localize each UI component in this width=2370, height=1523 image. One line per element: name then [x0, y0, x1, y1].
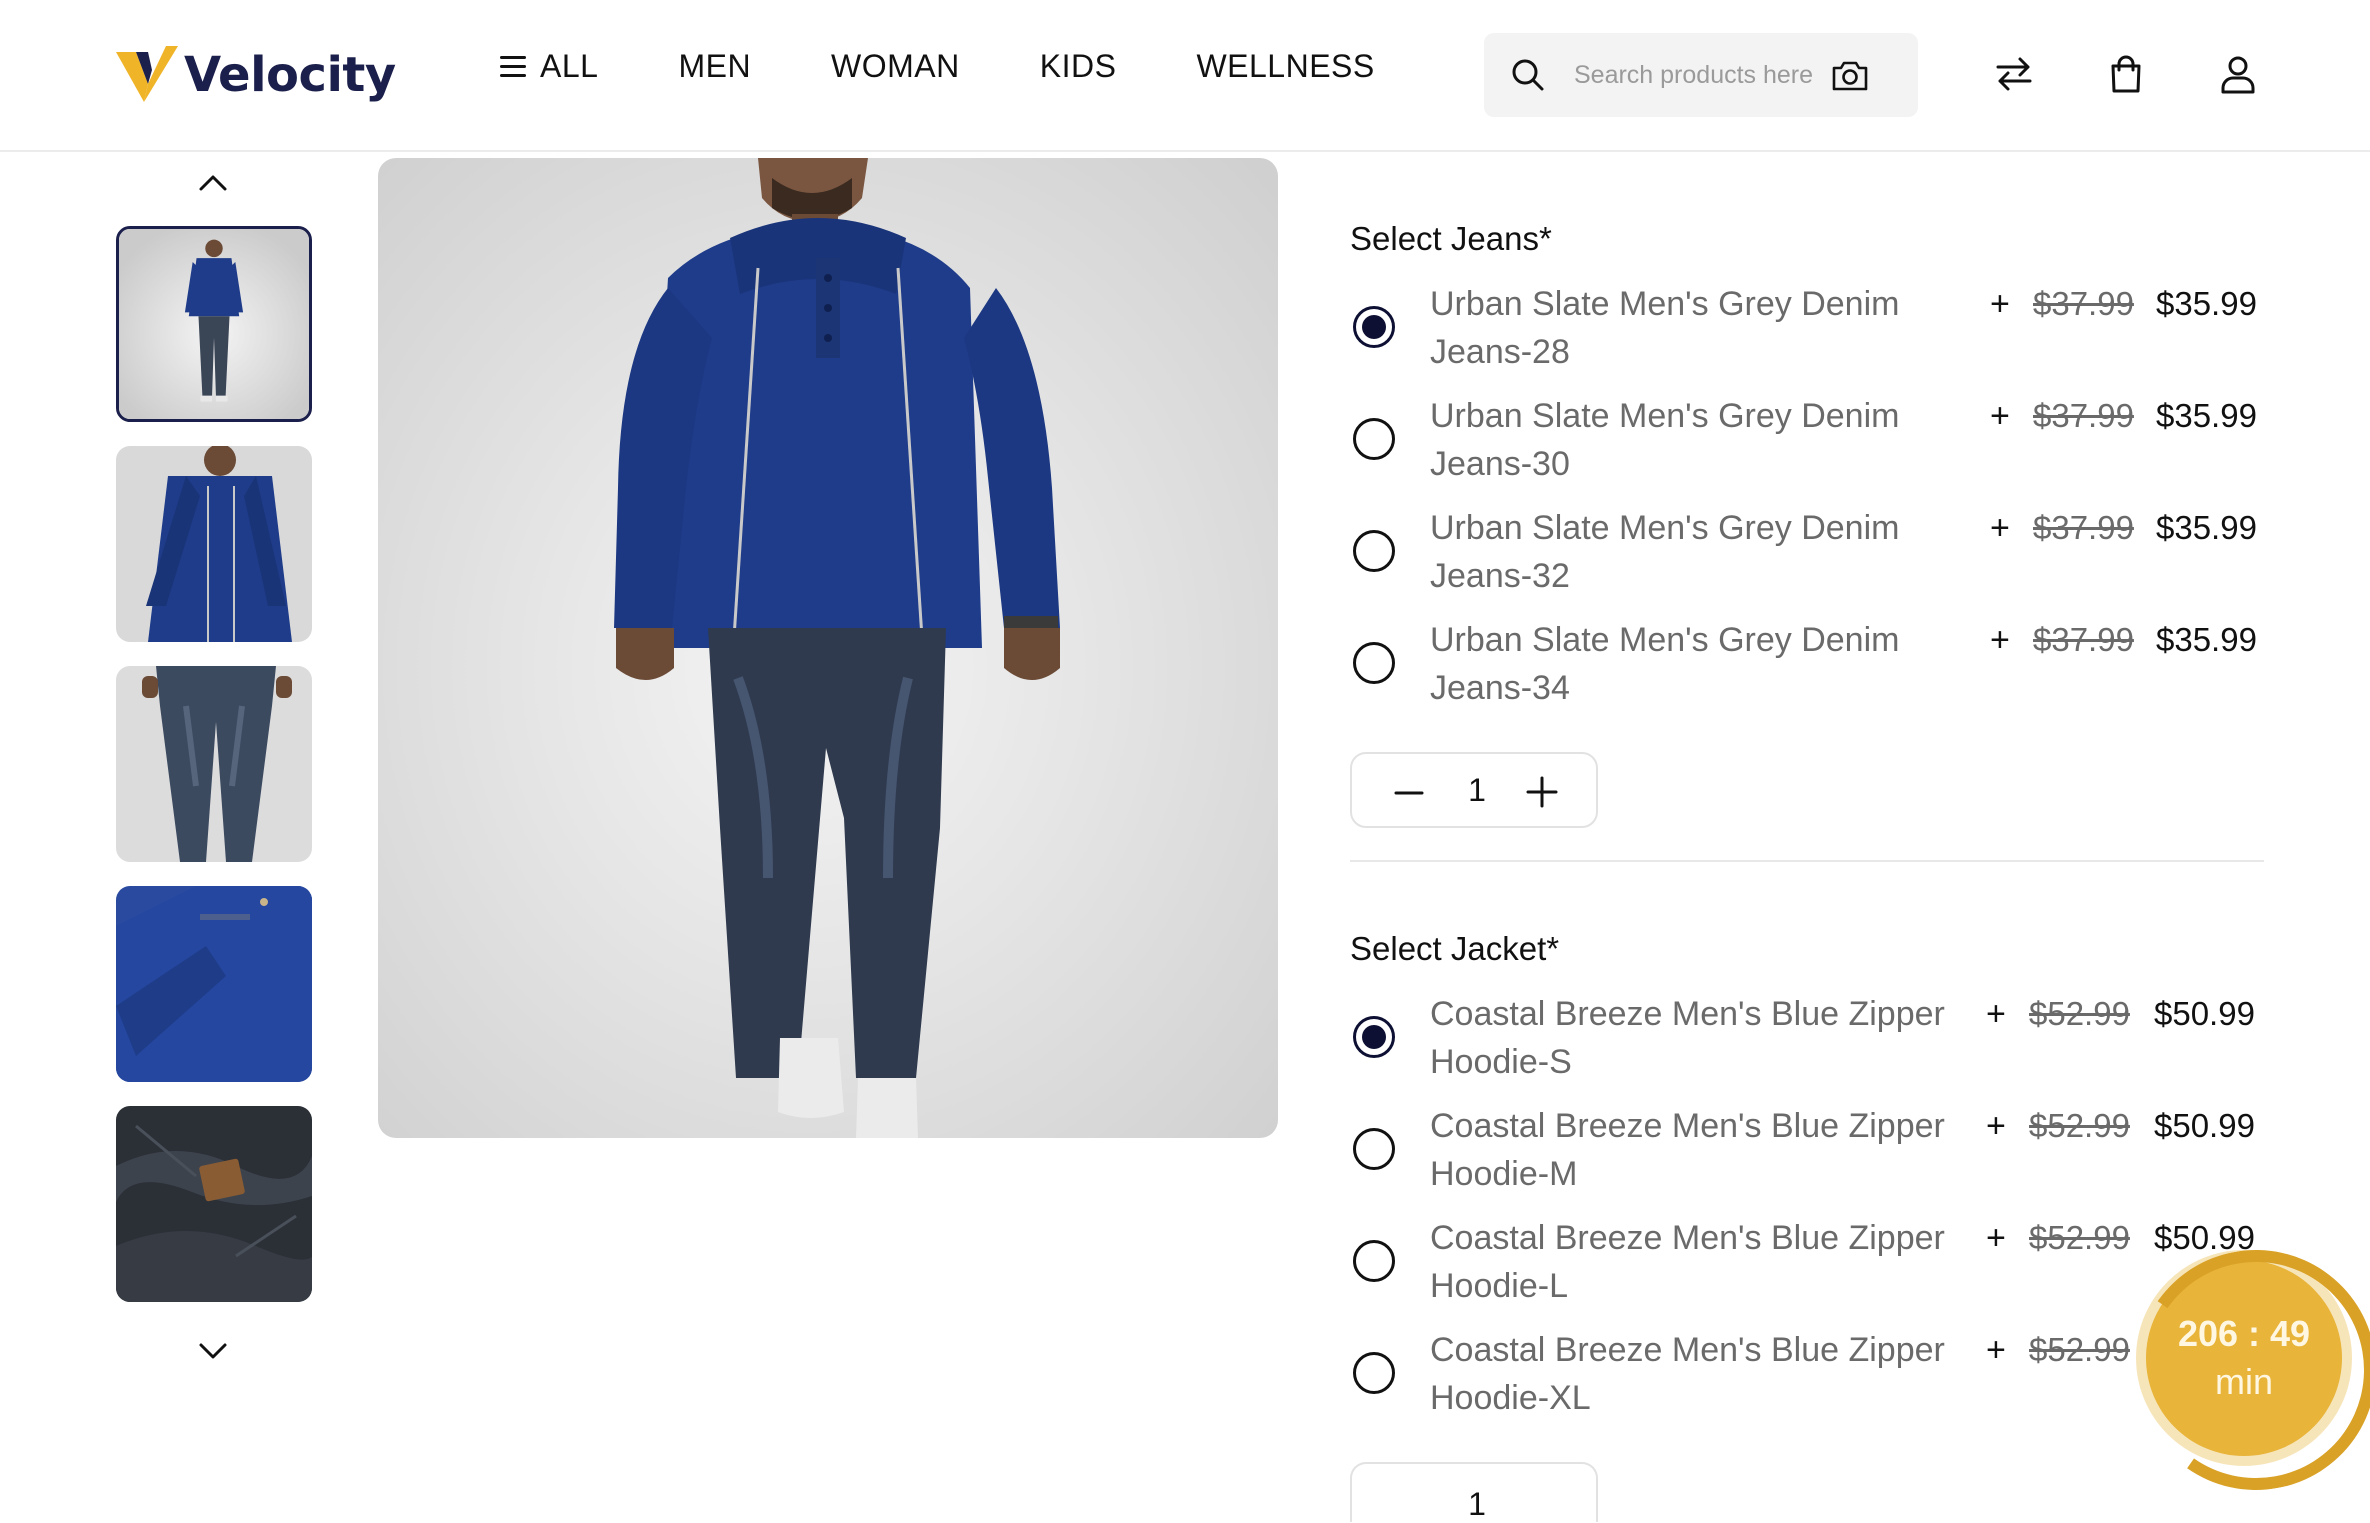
old-price: $37.99 [2033, 621, 2134, 658]
timer-value: 206 : 49 [2177, 1313, 2311, 1354]
jacket-section-title: Select Jacket* [1350, 930, 1560, 967]
price-plus-sign: + [1990, 285, 2010, 323]
brand-name: Velocity [184, 47, 396, 103]
main-nav: ALL MEN WOMAN KIDS WELLNESS [500, 48, 1375, 85]
old-price: $52.99 [2029, 1219, 2130, 1256]
jacket-option-name: Coastal Breeze Men's Blue Zipper Hoodie-… [1430, 1107, 1945, 1193]
nav-all[interactable]: ALL [500, 48, 598, 85]
camera-icon[interactable] [1830, 55, 1870, 95]
jacket-radio[interactable] [1353, 1128, 1395, 1170]
thumbnail-jeans-closeup-image [116, 666, 312, 862]
jacket-option[interactable]: Coastal Breeze Men's Blue Zipper Hoodie-… [1350, 990, 2264, 1094]
current-price: $50.99 [2154, 1107, 2255, 1144]
jeans-option[interactable]: Urban Slate Men's Grey Denim Jeans-34 + … [1350, 616, 2264, 720]
jacket-option-name: Coastal Breeze Men's Blue Zipper Hoodie-… [1430, 1219, 1945, 1305]
thumbnail-hoodie-sleeve-detail[interactable] [116, 886, 312, 1082]
jeans-option[interactable]: Urban Slate Men's Grey Denim Jeans-30 + … [1350, 392, 2264, 496]
current-price: $50.99 [2154, 995, 2255, 1032]
thumbnail-hoodie-sleeve-detail-image [116, 886, 312, 1082]
jeans-option-name: Urban Slate Men's Grey Denim Jeans-30 [1430, 397, 1900, 483]
jeans-option-name: Urban Slate Men's Grey Denim Jeans-28 [1430, 285, 1900, 371]
shopping-bag-icon[interactable] [2104, 52, 2148, 96]
jeans-section-title: Select Jeans* [1350, 220, 1552, 257]
thumbnail-hoodie-closeup[interactable] [116, 446, 312, 642]
current-price: $35.99 [2156, 621, 2257, 658]
old-price: $52.99 [2029, 1331, 2130, 1368]
jeans-option-name: Urban Slate Men's Grey Denim Jeans-32 [1430, 509, 1900, 595]
jacket-radio[interactable] [1353, 1352, 1395, 1394]
plus-icon[interactable] [1526, 776, 1558, 808]
thumbnail-full-outfit[interactable] [116, 226, 312, 422]
countdown-timer-badge[interactable]: 206 : 49 min [2146, 1260, 2342, 1456]
old-price: $37.99 [2033, 509, 2134, 546]
thumbnail-hoodie-closeup-image [116, 446, 312, 642]
jacket-radio-checked[interactable] [1353, 1016, 1395, 1058]
search-icon[interactable] [1510, 57, 1546, 93]
old-price: $52.99 [2029, 995, 2130, 1032]
jacket-option-name: Coastal Breeze Men's Blue Zipper Hoodie-… [1430, 995, 1945, 1081]
current-price: $35.99 [2156, 397, 2257, 434]
compare-arrows-icon[interactable] [1992, 52, 2036, 96]
product-main-image[interactable] [378, 158, 1278, 1138]
jacket-radio[interactable] [1353, 1240, 1395, 1282]
thumbnail-full-outfit-image [119, 229, 309, 419]
menu-icon [500, 55, 526, 78]
jeans-option-name: Urban Slate Men's Grey Denim Jeans-34 [1430, 621, 1900, 707]
thumbnail-denim-texture-image [116, 1106, 312, 1302]
current-price: $35.99 [2156, 509, 2257, 546]
nav-all-label: ALL [540, 48, 599, 84]
search-input[interactable] [1574, 55, 1836, 95]
price-plus-sign: + [1990, 509, 2010, 547]
jacket-quantity-value[interactable]: 1 [1462, 1486, 1492, 1523]
velocity-v-logo-icon [116, 46, 178, 102]
thumbnail-jeans-closeup[interactable] [116, 666, 312, 862]
old-price: $37.99 [2033, 285, 2134, 322]
price-plus-sign: + [1986, 1219, 2006, 1257]
user-icon[interactable] [2216, 52, 2260, 96]
jacket-quantity-stepper: 1 [1350, 1462, 1598, 1522]
jeans-radio[interactable] [1353, 530, 1395, 572]
nav-woman[interactable]: WOMAN [831, 48, 960, 85]
price-plus-sign: + [1990, 397, 2010, 435]
jeans-radio[interactable] [1353, 642, 1395, 684]
brand-logo[interactable]: Velocity [114, 44, 396, 106]
site-header: Velocity ALL MEN WOMAN KIDS WELLNESS [0, 0, 2370, 152]
price-plus-sign: + [1990, 621, 2010, 659]
thumbnails-up-icon[interactable] [196, 166, 230, 200]
price-plus-sign: + [1986, 995, 2006, 1033]
jacket-option-name: Coastal Breeze Men's Blue Zipper Hoodie-… [1430, 1331, 1945, 1417]
jeans-option[interactable]: Urban Slate Men's Grey Denim Jeans-28 + … [1350, 280, 2264, 384]
nav-kids[interactable]: KIDS [1040, 48, 1117, 85]
old-price: $52.99 [2029, 1107, 2130, 1144]
jacket-option[interactable]: Coastal Breeze Men's Blue Zipper Hoodie-… [1350, 1326, 2264, 1430]
minus-icon[interactable] [1394, 778, 1424, 808]
jeans-quantity-stepper: 1 [1350, 752, 1598, 828]
nav-wellness[interactable]: WELLNESS [1196, 48, 1374, 85]
price-plus-sign: + [1986, 1331, 2006, 1369]
jacket-option[interactable]: Coastal Breeze Men's Blue Zipper Hoodie-… [1350, 1214, 2264, 1318]
jeans-radio-checked[interactable] [1353, 306, 1395, 348]
current-price: $35.99 [2156, 285, 2257, 322]
section-divider [1350, 860, 2264, 862]
jeans-radio[interactable] [1353, 418, 1395, 460]
thumbnail-denim-texture[interactable] [116, 1106, 312, 1302]
search-bar [1484, 33, 1918, 117]
product-model-figure [614, 158, 1060, 1138]
jeans-option[interactable]: Urban Slate Men's Grey Denim Jeans-32 + … [1350, 504, 2264, 608]
jacket-option[interactable]: Coastal Breeze Men's Blue Zipper Hoodie-… [1350, 1102, 2264, 1206]
timer-unit: min [2214, 1361, 2273, 1402]
jeans-quantity-value[interactable]: 1 [1462, 772, 1492, 809]
old-price: $37.99 [2033, 397, 2134, 434]
price-plus-sign: + [1986, 1107, 2006, 1145]
thumbnails-down-icon[interactable] [196, 1334, 230, 1368]
nav-men[interactable]: MEN [678, 48, 751, 85]
